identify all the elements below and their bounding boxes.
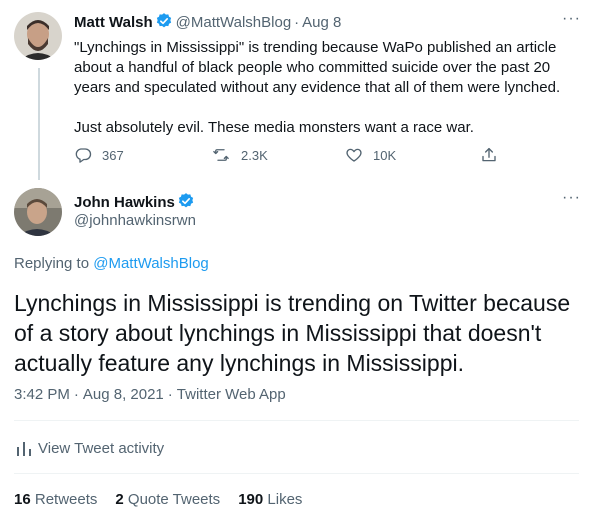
reply-icon [75,148,92,163]
likes-label: Likes [267,491,303,508]
tweet-time[interactable]: 3:42 PM [14,386,70,403]
bar-chart-icon [17,442,31,456]
separator-dot: · [73,386,79,403]
parent-tweet-paragraph-2: Just absolutely evil. These media monste… [74,119,474,136]
more-icon[interactable]: ··· [562,190,580,212]
likes-stat[interactable]: 190 Likes [238,491,302,508]
retweet-count: 2.3K [241,147,268,163]
reply-count: 367 [102,147,124,163]
like-count: 10K [373,147,397,163]
main-tweet-text: Lynchings in Mississippi is trending on … [14,290,571,376]
tweet-date[interactable]: Aug 8, 2021 [83,386,164,403]
parent-author-handle[interactable]: @MattWalshBlog [176,14,292,31]
parent-tweet-paragraph-1: "Lynchings in Mississippi" is trending b… [74,39,561,96]
quote-tweets-label: Quote Tweets [127,491,221,508]
view-tweet-activity-label: View Tweet activity [38,439,165,457]
quote-tweets-stat[interactable]: 2 Quote Tweets [115,491,220,508]
parent-tweet-text: "Lynchings in Mississippi" is trending b… [74,38,574,138]
replying-to-label: Replying to [14,255,90,272]
verified-badge-icon [155,12,173,34]
retweets-stat[interactable]: 16 Retweets [14,491,97,508]
parent-tweet-header: Matt Walsh @MattWalshBlog · Aug 8 [74,12,341,34]
replying-to-link[interactable]: @MattWalshBlog [93,255,209,272]
main-author-handle[interactable]: @johnhawkinsrwn [74,212,196,229]
like-icon [346,148,362,162]
john-hawkins-avatar[interactable] [14,188,62,236]
share-button[interactable] [480,146,508,164]
replying-to-line: Replying to @MattWalshBlog [14,255,209,272]
parent-tweet-date[interactable]: Aug 8 [302,14,341,31]
retweet-button[interactable]: 2.3K [211,146,268,164]
parent-tweet-actions: 367 2.3K 10K [74,146,514,166]
tweet-meta: 3:42 PM · Aug 8, 2021 · Twitter Web App [14,386,286,403]
more-icon[interactable]: ··· [562,11,580,33]
like-button[interactable]: 10K [345,146,396,164]
matt-walsh-avatar[interactable] [14,12,62,60]
likes-count: 190 [238,491,264,508]
separator-dot: · [167,386,173,403]
tweet-stats: 16 Retweets 2 Quote Tweets 190 Likes [14,491,320,508]
quote-tweets-count: 2 [115,491,124,508]
divider [14,473,579,474]
divider [14,420,579,421]
parent-author-name[interactable]: Matt Walsh [74,14,153,31]
retweet-icon [213,149,229,161]
thread-line [38,68,40,180]
share-icon [482,147,496,162]
reply-button[interactable]: 367 [74,146,124,164]
retweets-label: Retweets [34,491,98,508]
tweet-source[interactable]: Twitter Web App [177,386,286,403]
main-author-name[interactable]: John Hawkins [74,194,175,211]
view-tweet-activity-button[interactable]: View Tweet activity [16,439,164,457]
retweets-count: 16 [14,491,31,508]
separator-dot: · [294,14,300,31]
